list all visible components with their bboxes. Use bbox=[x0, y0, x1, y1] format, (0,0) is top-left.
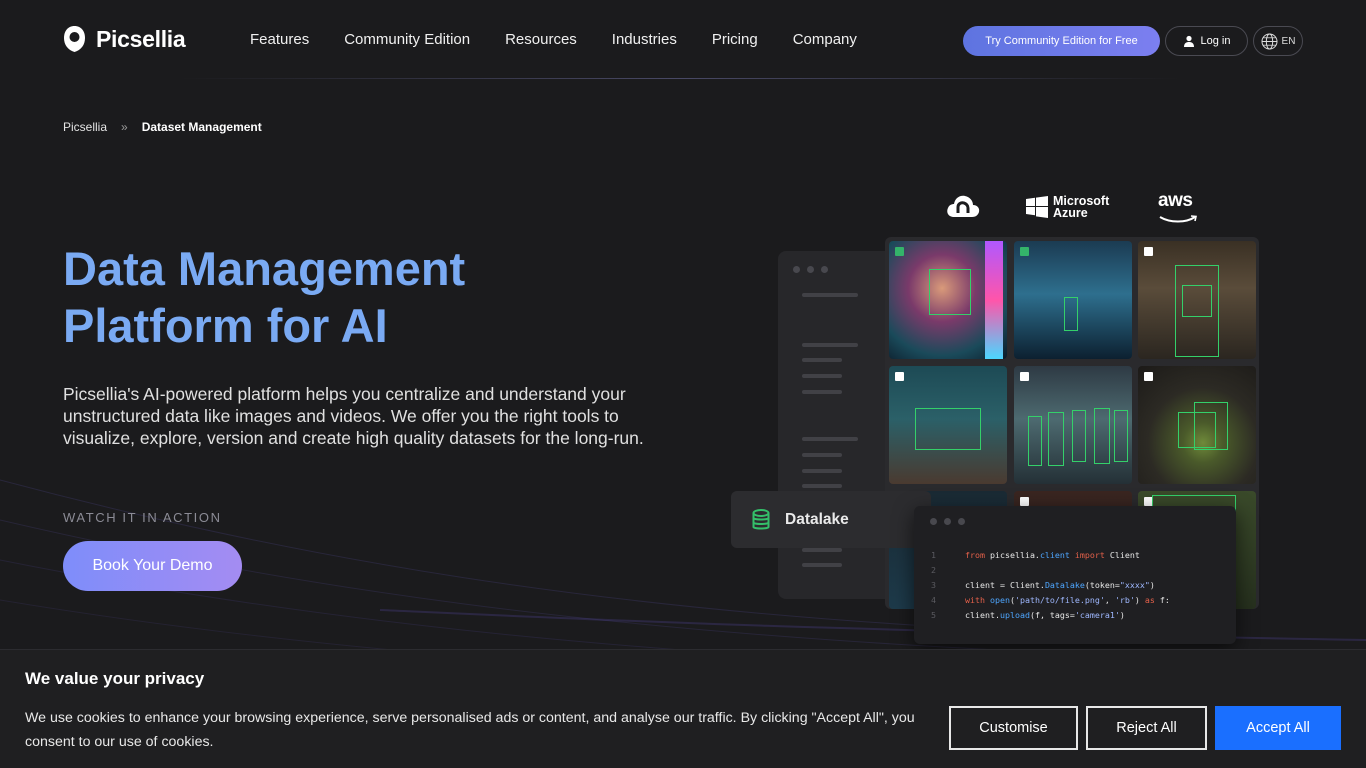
globe-icon bbox=[1261, 33, 1278, 49]
window-dots bbox=[930, 518, 965, 525]
checkbox-icon[interactable] bbox=[1020, 372, 1029, 381]
google-cloud-icon bbox=[947, 195, 980, 217]
hero-title-line1: Data Management bbox=[63, 242, 466, 295]
nav-item-industries[interactable]: Industries bbox=[612, 31, 677, 48]
accept-all-button[interactable]: Accept All bbox=[1215, 706, 1341, 750]
hero-title-line2: Platform for AI bbox=[63, 299, 388, 352]
language-label: EN bbox=[1281, 35, 1296, 47]
header-divider bbox=[180, 78, 1180, 79]
datalake-card: Datalake bbox=[731, 491, 931, 548]
cloud-provider-logos: Microsoft Azure aws bbox=[945, 190, 1205, 226]
code-line-1: 1 from picsellia.client import Client bbox=[931, 550, 1140, 560]
logo[interactable]: Picsellia bbox=[63, 25, 186, 53]
breadcrumb-home-link[interactable]: Picsellia bbox=[63, 120, 107, 134]
logo-text: Picsellia bbox=[96, 25, 186, 52]
image-thumbnail[interactable] bbox=[1014, 366, 1132, 484]
login-label: Log in bbox=[1200, 35, 1231, 47]
try-community-edition-button[interactable]: Try Community Edition for Free bbox=[963, 26, 1160, 56]
aws-smile-icon bbox=[1159, 215, 1197, 223]
code-line-2: 2 bbox=[931, 565, 936, 575]
window-dots bbox=[793, 266, 828, 273]
reject-all-button[interactable]: Reject All bbox=[1086, 706, 1207, 750]
code-snippet-panel: 1 from picsellia.client import Client 2 3… bbox=[914, 506, 1236, 644]
checkbox-checked-icon[interactable] bbox=[895, 247, 904, 256]
picsellia-logo-icon bbox=[64, 26, 85, 52]
nav-item-resources[interactable]: Resources bbox=[505, 31, 577, 48]
datalake-label: Datalake bbox=[785, 510, 849, 528]
image-thumbnail[interactable] bbox=[1138, 241, 1256, 359]
book-demo-button[interactable]: Book Your Demo bbox=[63, 541, 242, 591]
cookie-banner-title: We value your privacy bbox=[25, 669, 205, 688]
main-nav: Features Community Edition Resources Ind… bbox=[250, 31, 857, 48]
image-thumbnail[interactable] bbox=[1014, 241, 1132, 359]
nav-item-features[interactable]: Features bbox=[250, 31, 309, 48]
code-line-3: 3 client = Client.Datalake(token="xxxx") bbox=[931, 580, 1155, 590]
watch-it-in-action-label: WATCH IT IN ACTION bbox=[63, 510, 222, 525]
language-selector[interactable]: EN bbox=[1253, 26, 1303, 56]
site-header: Picsellia Features Community Edition Res… bbox=[0, 0, 1366, 80]
image-thumbnail[interactable] bbox=[889, 241, 1007, 359]
windows-icon bbox=[1026, 196, 1048, 218]
database-icon bbox=[752, 508, 770, 529]
hero-description: Picsellia's AI-powered platform helps yo… bbox=[63, 384, 644, 448]
hero-title: Data Management Platform for AI bbox=[63, 240, 663, 354]
microsoft-azure-logo: Microsoft Azure bbox=[1026, 195, 1109, 219]
breadcrumb-current: Dataset Management bbox=[141, 120, 262, 134]
checkbox-checked-icon[interactable] bbox=[1020, 247, 1029, 256]
user-icon bbox=[1183, 35, 1194, 47]
checkbox-icon[interactable] bbox=[1144, 372, 1153, 381]
checkbox-icon[interactable] bbox=[895, 372, 904, 381]
login-button[interactable]: Log in bbox=[1165, 26, 1248, 56]
azure-text-line2: Azure bbox=[1053, 206, 1088, 220]
customise-button[interactable]: Customise bbox=[949, 706, 1078, 750]
aws-logo: aws bbox=[1158, 191, 1198, 229]
code-line-5: 5 client.upload(f, tags='camera1') bbox=[931, 610, 1125, 620]
nav-item-pricing[interactable]: Pricing bbox=[712, 31, 758, 48]
nav-item-community-edition[interactable]: Community Edition bbox=[344, 31, 470, 48]
cookie-consent-banner: We value your privacy We use cookies to … bbox=[0, 649, 1366, 768]
breadcrumb-separator: » bbox=[121, 120, 128, 134]
code-line-4: 4 with open('path/to/file.png', 'rb') as … bbox=[931, 595, 1170, 605]
image-thumbnail[interactable] bbox=[889, 366, 1007, 484]
nav-item-company[interactable]: Company bbox=[793, 31, 857, 48]
checkbox-icon[interactable] bbox=[1144, 247, 1153, 256]
aws-text: aws bbox=[1158, 190, 1193, 211]
checkbox-icon[interactable] bbox=[1020, 497, 1029, 506]
breadcrumb: Picsellia » Dataset Management bbox=[63, 120, 262, 134]
cookie-banner-text: We use cookies to enhance your browsing … bbox=[25, 710, 915, 750]
image-thumbnail[interactable] bbox=[1138, 366, 1256, 484]
